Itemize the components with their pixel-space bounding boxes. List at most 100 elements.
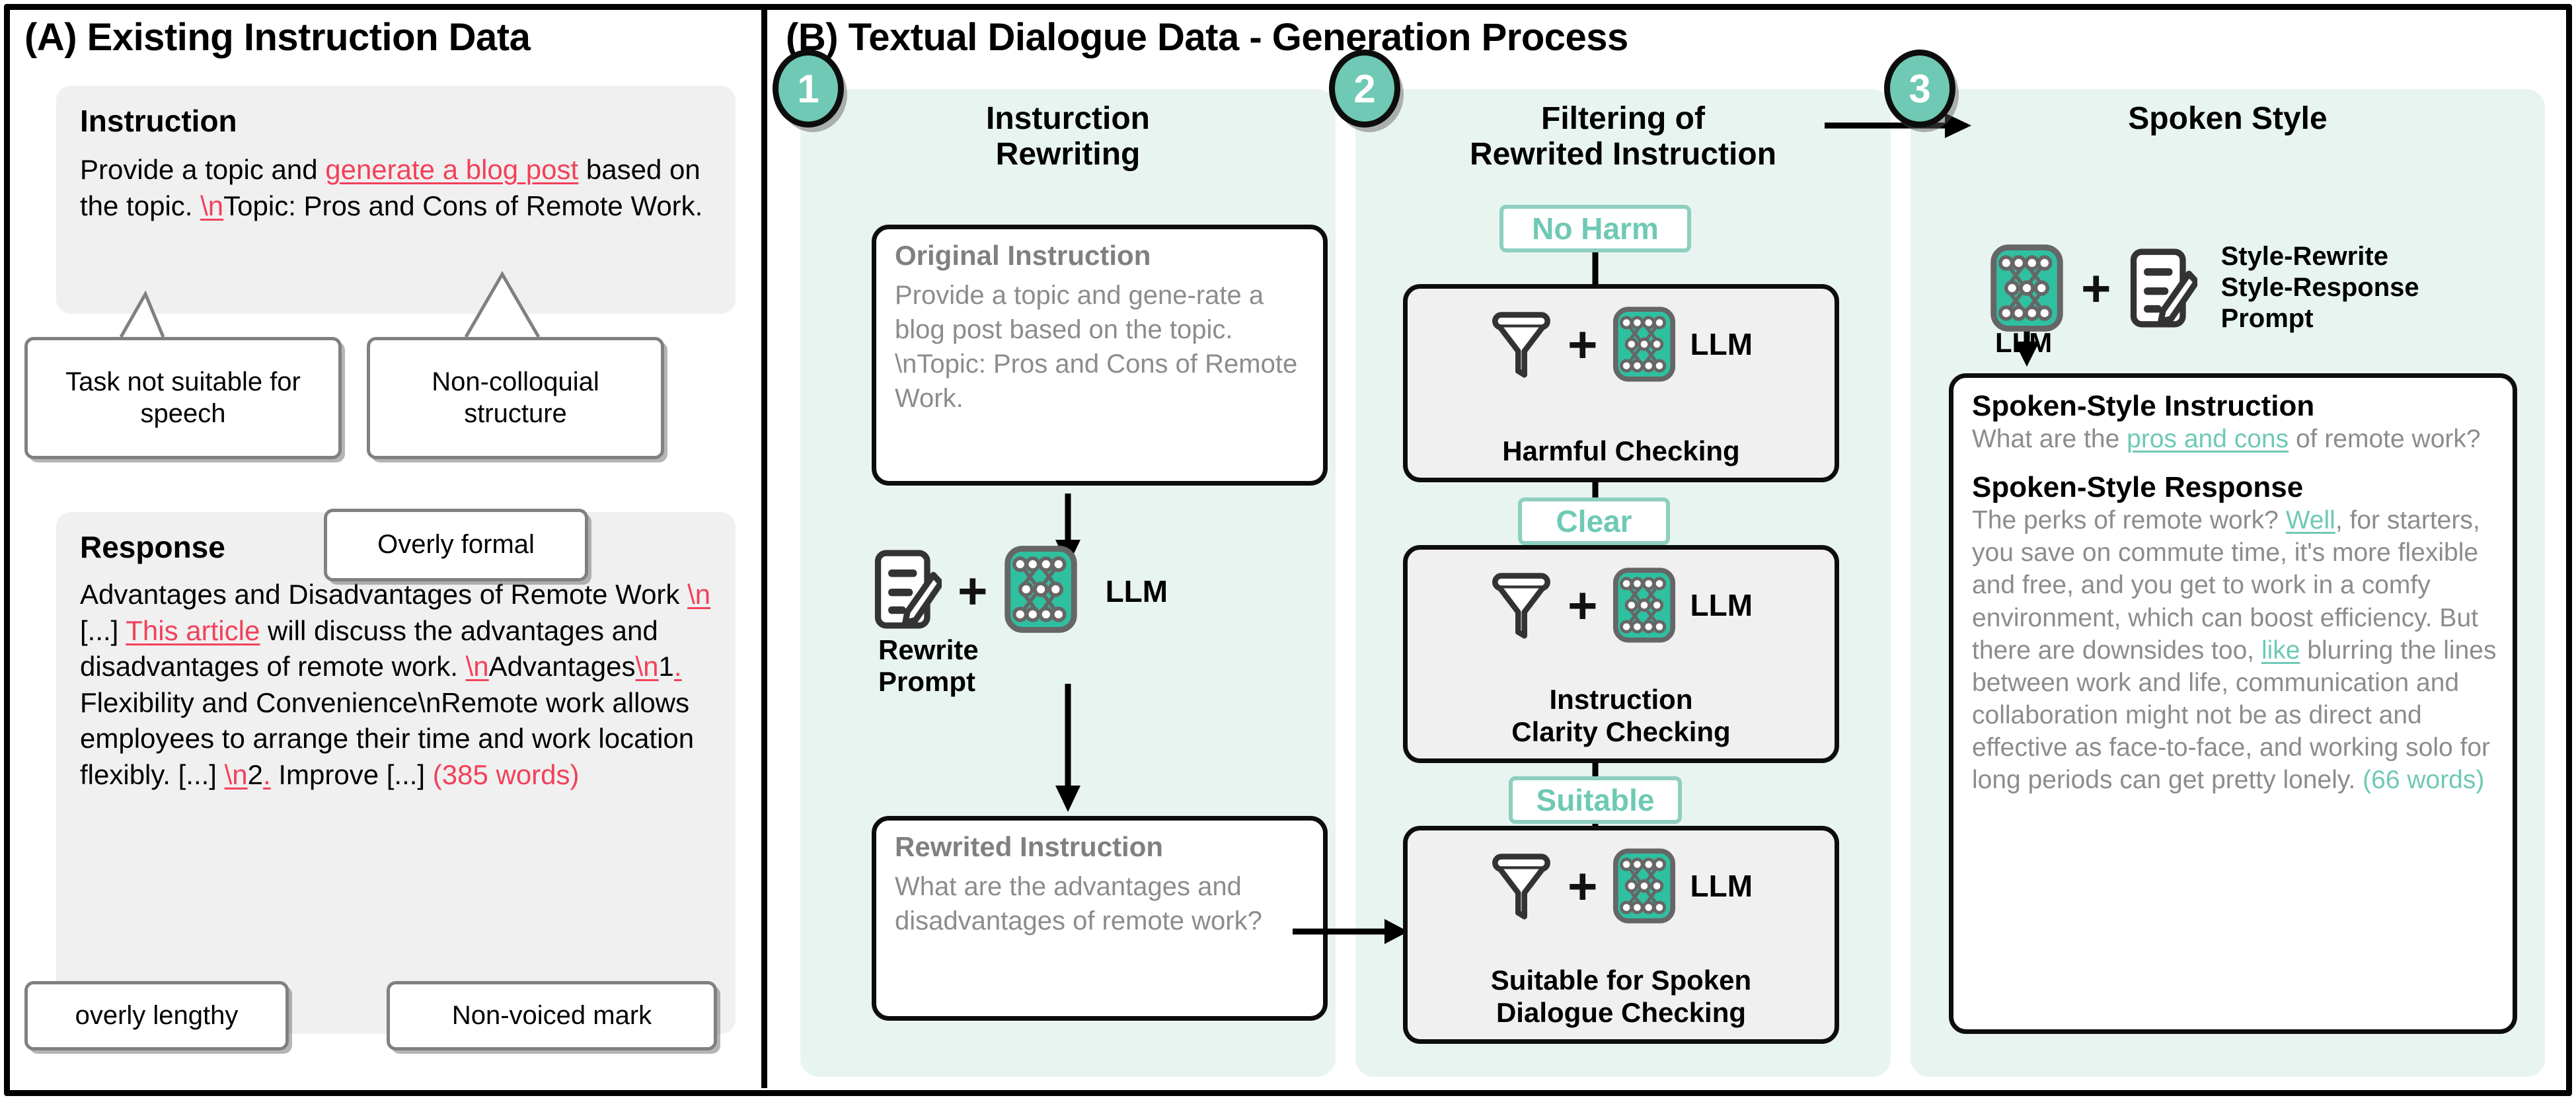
spoken-dialogue-checking-label: Suitable for Spoken Dialogue Checking (1490, 965, 1752, 1028)
ssr-seg-1: The perks of remote work? (1972, 506, 2286, 535)
response-text: Advantages and Disadvantages of Remote W… (80, 577, 713, 793)
neural-network-icon (1612, 848, 1675, 924)
resp-newline-2: \n (465, 651, 489, 682)
stage-3-title: Spoken Style (2128, 101, 2328, 136)
instruction-text: Provide a topic and generate a blog post… (80, 152, 713, 224)
resp-newline-4: \n (224, 758, 248, 790)
stage-1-prompt-llm-row: + LLM (873, 545, 1168, 637)
original-instruction-box: Original Instruction Provide a topic and… (872, 225, 1328, 486)
original-instruction-text: Provide a topic and gene-rate a blog pos… (895, 281, 1298, 413)
panel-a: (A) Existing Instruction Data Instructio… (10, 10, 761, 1090)
step-badge-1: 1 (773, 50, 844, 128)
document-pencil-icon-svg (874, 550, 944, 629)
original-instruction-heading: Original Instruction (895, 240, 1151, 271)
spoken-style-output-box: Spoken-Style Instruction What are the pr… (1949, 373, 2517, 1034)
callout-overly-formal: Overly formal (324, 509, 588, 581)
ssi-highlight-pros-and-cons: pros and cons (2127, 425, 2289, 453)
step-badge-2: 2 (1329, 50, 1400, 128)
resp-newline-1: \n (687, 579, 711, 610)
spoken-style-response-heading: Spoken-Style Response (1972, 471, 2304, 504)
resp-word-count: (385 words) (432, 758, 580, 790)
stage-1-title: Insturction Rewriting (986, 101, 1150, 172)
rewrited-instruction-heading: Rewrited Instruction (895, 831, 1164, 862)
spoken-dialogue-checking-icons: + LLM (1408, 848, 1835, 924)
resp-dot-1: . (673, 651, 682, 682)
instruction-clarity-checking-label: Instruction Clarity Checking (1511, 684, 1731, 747)
neural-network-icon (1990, 244, 2063, 332)
resp-seg-13: 2 (247, 758, 264, 790)
ssi-seg-3: of remote work? (2289, 425, 2481, 453)
resp-seg-1: Advantages and Disadvantages of Remote W… (80, 579, 688, 610)
instr-seg-1: Provide a topic and (80, 154, 326, 185)
instruction-clarity-checking-box: + LLM Instruction Clarity Checking (1403, 545, 1839, 763)
document-pencil-icon (2130, 248, 2197, 328)
ssr-filler-like: like (2261, 636, 2300, 665)
resp-seg-3: [...] (80, 614, 126, 646)
callout-task-not-suitable: Task not suitable for speech (24, 337, 342, 459)
panel-b: (B) Textual Dialogue Data - Generation P… (767, 10, 2568, 1090)
harmful-checking-icons: + LLM (1408, 306, 1835, 383)
resp-seg-7: Advantages (488, 651, 636, 682)
rewrited-instruction-box: Rewrited Instruction What are the advant… (872, 816, 1328, 1021)
ssr-word-count: (66 words) (2363, 766, 2485, 795)
clarity-checking-icons: + LLM (1408, 567, 1835, 643)
stage-1-llm-label: LLM (1105, 573, 1168, 608)
neural-network-icon (1612, 568, 1675, 643)
style-rewrite-prompt-label: Style-Rewrite Style-Response Prompt (2220, 242, 2419, 334)
stage-3-llm-prompt-row: + Style-Rewrite Style-Response Prompt (1990, 241, 2419, 335)
funnel-icon (1492, 312, 1550, 378)
instruction-card: Instruction Provide a topic and generate… (56, 86, 736, 314)
spoken-style-instruction-heading: Spoken-Style Instruction (1972, 390, 2315, 422)
funnel-icon (1492, 573, 1550, 639)
response-card: Response Advantages and Disadvantages of… (56, 512, 736, 1034)
plus-sign-4: + (1567, 856, 1598, 915)
step-badge-3: 3 (1884, 50, 1955, 128)
ssr-filler-well: Well (2285, 506, 2335, 535)
instr-highlight-generate-blog-post: generate a blog post (325, 154, 579, 185)
harmful-checking-llm-label: LLM (1690, 327, 1753, 361)
stage-2-title: Filtering of Rewrited Instruction (1469, 101, 1777, 172)
callout-non-colloquial: Non-colloquial structure (367, 337, 664, 459)
figure-root: (A) Existing Instruction Data Instructio… (0, 0, 2576, 1100)
stage-3-spoken-style: Spoken Style + Style-Rewrite Style-Respo… (1825, 89, 2545, 1077)
neural-network-icon (1004, 545, 1078, 637)
stage-1-instruction-rewriting: Insturction Rewriting Original Instructi… (800, 89, 1336, 1077)
stage-2-filtering: Filtering of Rewrited Instruction No Har… (1293, 89, 1891, 1077)
harmful-checking-box: + LLM Harmful Checking (1403, 284, 1839, 482)
panel-divider (761, 4, 767, 1088)
resp-dot-2: . (263, 758, 271, 790)
rewrite-prompt-label: Rewrite Prompt (878, 634, 979, 698)
pill-suitable: Suitable (1509, 776, 1682, 824)
spoken-dialogue-checking-box: + LLM Suitable for Spoken Dialogue Check… (1403, 826, 1839, 1044)
rewrited-instruction-text: What are the advantages and disadvantage… (895, 872, 1262, 935)
plus-sign-1: + (958, 562, 988, 620)
callout-overly-lengthy: overly lengthy (24, 981, 289, 1050)
resp-seg-15: Improve [...] (270, 758, 433, 790)
ssi-seg-1: What are the (1972, 425, 2127, 453)
instr-seg-5: Topic: Pros and Cons of Remote Work. (223, 190, 703, 221)
spoken-dialogue-checking-llm-label: LLM (1690, 869, 1753, 903)
plus-sign-2: + (1567, 314, 1598, 373)
response-heading: Response (80, 530, 225, 564)
instr-newline-token: \n (200, 190, 224, 221)
resp-highlight-this-article: This article (126, 614, 260, 646)
instruction-heading: Instruction (80, 104, 237, 138)
panel-b-title: (B) Textual Dialogue Data - Generation P… (786, 16, 1628, 59)
resp-newline-3: \n (635, 651, 659, 682)
pill-clear: Clear (1518, 497, 1670, 545)
clarity-checking-llm-label: LLM (1690, 588, 1753, 622)
resp-seg-9: 1 (658, 651, 674, 682)
spoken-style-instruction-text: What are the pros and cons of remote wor… (1972, 423, 2497, 455)
neural-network-icon-svg (1004, 546, 1077, 633)
stage-3-llm-label: LLM (1995, 327, 2053, 358)
callout-non-voiced-mark: Non-voiced mark (387, 981, 717, 1050)
harmful-checking-label: Harmful Checking (1502, 435, 1740, 466)
neural-network-icon (1612, 307, 1675, 382)
funnel-icon (1492, 854, 1550, 920)
spoken-style-response-text: The perks of remote work? Well, for star… (1972, 504, 2497, 796)
pill-no-harm: No Harm (1499, 205, 1691, 252)
plus-sign-5: + (2081, 258, 2111, 317)
plus-sign-3: + (1567, 575, 1598, 634)
document-pencil-icon (873, 549, 944, 633)
panel-a-title: (A) Existing Instruction Data (24, 16, 531, 59)
